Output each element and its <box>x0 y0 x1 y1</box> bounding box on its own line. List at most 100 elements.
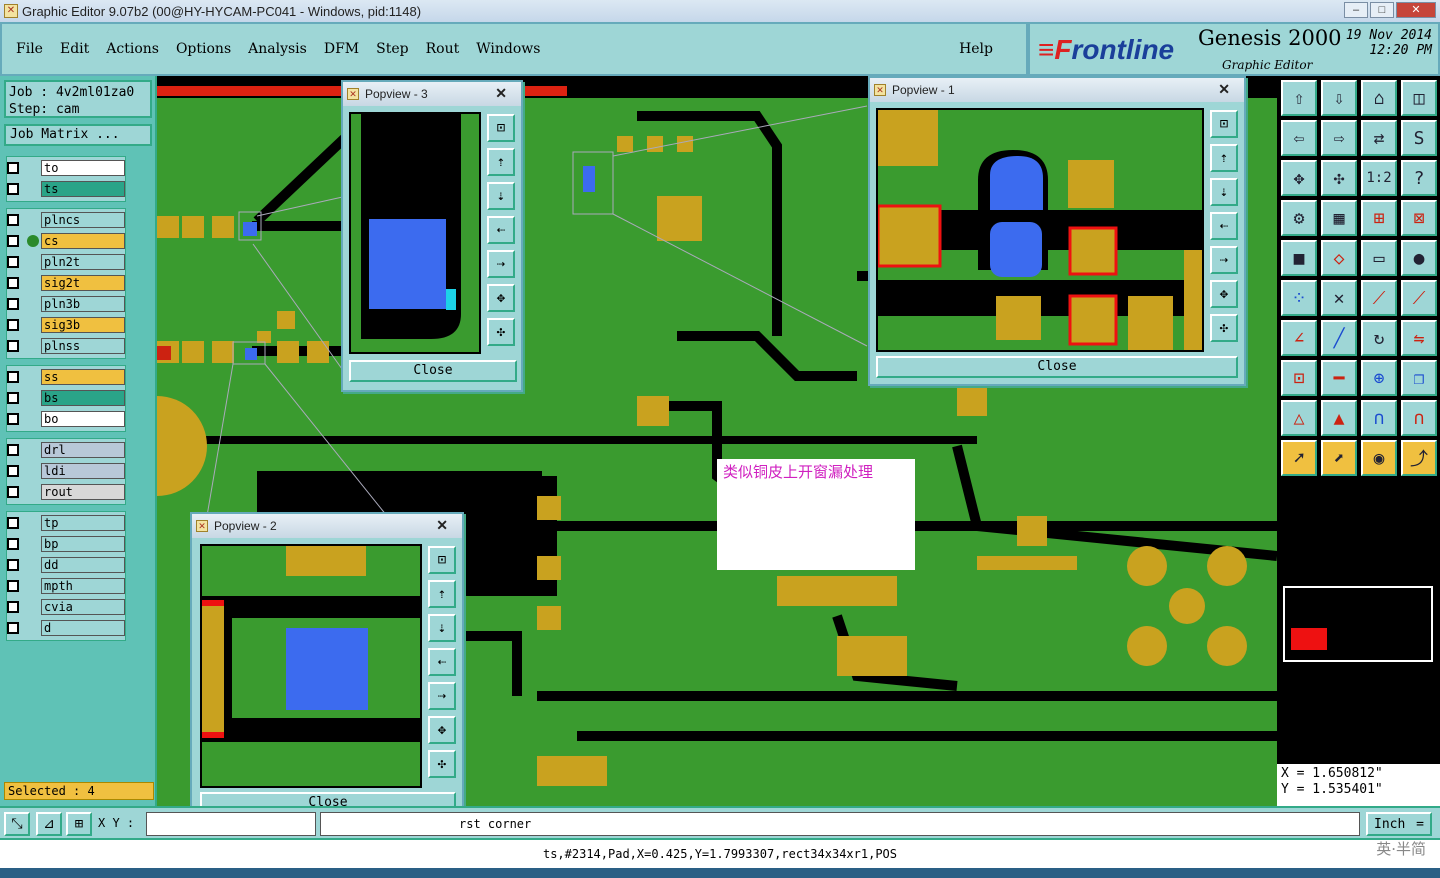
menu-actions[interactable]: Actions <box>106 41 159 57</box>
triangle-icon[interactable]: △ <box>1281 400 1317 436</box>
move-point-icon[interactable]: ⊡ <box>1281 360 1317 396</box>
zoom-in-icon[interactable]: ✥ <box>487 284 515 312</box>
pan-right-icon[interactable]: ⇢ <box>487 250 515 278</box>
unit-selector[interactable]: Inch = <box>1366 812 1432 836</box>
layer-checkbox[interactable] <box>7 538 19 550</box>
layer-checkbox[interactable] <box>7 601 19 613</box>
copy-shape-icon[interactable]: ❐ <box>1401 360 1437 396</box>
pan-left-icon[interactable]: ⇠ <box>1210 212 1238 240</box>
arch-icon[interactable]: ∩ <box>1361 400 1397 436</box>
maximize-button[interactable]: □ <box>1370 2 1394 18</box>
popview-2-window[interactable]: ✕ Popview - 2 ✕ ⊡ ⇡ ⇣ ⇠ ⇢ ✥ ✣ Close <box>190 512 464 822</box>
pan-right-icon[interactable]: ⇢ <box>428 682 456 710</box>
triangle-up-icon[interactable]: ▲ <box>1321 400 1357 436</box>
zoom-in-icon[interactable]: ✥ <box>1210 280 1238 308</box>
layer-name[interactable]: ss <box>41 369 125 385</box>
layer-checkbox[interactable] <box>7 214 19 226</box>
draw-line-icon[interactable]: ╱ <box>1321 320 1357 356</box>
layer-row-sig3b[interactable]: sig3b <box>7 316 125 334</box>
layer-checkbox[interactable] <box>7 277 19 289</box>
s-curve-icon[interactable]: S <box>1401 120 1437 156</box>
pan-down-icon[interactable]: ⇣ <box>487 182 515 210</box>
layer-row-bs[interactable]: bs <box>7 389 125 407</box>
snap-icon[interactable]: ⊞ <box>1361 200 1397 236</box>
menu-options[interactable]: Options <box>176 41 231 57</box>
measure-icon[interactable]: ⚙ <box>1281 200 1317 236</box>
layer-row-plnss[interactable]: plnss <box>7 337 125 355</box>
window-split-icon[interactable]: ◫ <box>1401 80 1437 116</box>
layer-name[interactable]: plncs <box>41 212 125 228</box>
zoom-fit-icon[interactable]: ⊡ <box>428 546 456 574</box>
pan-down-icon[interactable]: ⇣ <box>1210 178 1238 206</box>
layer-name[interactable]: sig2t <box>41 275 125 291</box>
connect-nodes-icon[interactable]: ⁘ <box>1281 280 1317 316</box>
layer-row-ldi[interactable]: ldi <box>7 462 125 480</box>
overview-map[interactable] <box>1283 586 1433 662</box>
layer-checkbox[interactable] <box>7 392 19 404</box>
popview-3-view[interactable] <box>349 112 481 354</box>
zoom-out-icon[interactable]: ✣ <box>1210 314 1238 342</box>
layer-name[interactable]: dd <box>41 557 125 573</box>
popview-3-header[interactable]: ✕ Popview - 3 ✕ <box>343 82 521 106</box>
layer-row-drl[interactable]: drl <box>7 441 125 459</box>
pad-icon[interactable]: ■ <box>1281 240 1317 276</box>
menu-file[interactable]: File <box>16 41 43 57</box>
layer-checkbox[interactable] <box>7 444 19 456</box>
menu-windows[interactable]: Windows <box>476 41 540 57</box>
popview-3-close-icon[interactable]: ✕ <box>495 85 507 102</box>
popview-2-view[interactable] <box>200 544 422 788</box>
pointer-circle-icon[interactable]: ◉ <box>1361 440 1397 476</box>
layer-name[interactable]: ldi <box>41 463 125 479</box>
popview-1-close-button[interactable]: Close <box>876 356 1238 378</box>
layer-checkbox[interactable] <box>7 465 19 477</box>
popview-3-window[interactable]: ✕ Popview - 3 ✕ ⊡ ⇡ ⇣ ⇠ ⇢ ✥ ✣ Close <box>341 80 523 392</box>
menu-help[interactable]: Help <box>959 41 993 57</box>
edit-shape-icon[interactable]: ◇ <box>1321 240 1357 276</box>
cross-select-icon[interactable]: ✕ <box>1321 280 1357 316</box>
pan-up-icon[interactable]: ⇡ <box>487 148 515 176</box>
layer-row-ss[interactable]: ss <box>7 368 125 386</box>
layer-row-tp[interactable]: tp <box>7 514 125 532</box>
rotate-icon[interactable]: ↻ <box>1361 320 1397 356</box>
layer-checkbox[interactable] <box>7 580 19 592</box>
home-down-icon[interactable]: ⇩ <box>1321 80 1357 116</box>
home-up-icon[interactable]: ⇧ <box>1281 80 1317 116</box>
layer-checkbox[interactable] <box>7 413 19 425</box>
zoom-in-icon[interactable]: ✥ <box>428 716 456 744</box>
zoom-area-icon[interactable]: ✣ <box>1321 160 1357 196</box>
menu-step[interactable]: Step <box>376 41 408 57</box>
popview-1-header[interactable]: ✕ Popview - 1 ✕ <box>870 78 1244 102</box>
layer-checkbox[interactable] <box>7 235 19 247</box>
menu-edit[interactable]: Edit <box>60 41 89 57</box>
layer-checkbox[interactable] <box>7 183 19 195</box>
arrow-left-box-icon[interactable]: ⇦ <box>1281 120 1317 156</box>
menu-analysis[interactable]: Analysis <box>248 41 307 57</box>
layer-checkbox[interactable] <box>7 486 19 498</box>
zoom-out-icon[interactable]: ✣ <box>487 318 515 346</box>
angle-icon[interactable]: ∠ <box>1281 320 1317 356</box>
pointer-path-icon[interactable]: ⤴ <box>1401 440 1437 476</box>
select-area-icon[interactable]: ⤡ <box>4 812 30 836</box>
swap-icon[interactable]: ⇄ <box>1361 120 1397 156</box>
layer-name[interactable]: pln3b <box>41 296 125 312</box>
layer-name[interactable]: cs <box>41 233 125 249</box>
layer-checkbox[interactable] <box>7 371 19 383</box>
layer-row-to[interactable]: to <box>7 159 125 177</box>
layer-checkbox[interactable] <box>7 298 19 310</box>
close-window-button[interactable]: ✕ <box>1396 2 1436 18</box>
layer-row-ts[interactable]: ts <box>7 180 125 198</box>
line-select-icon[interactable]: ⟋ <box>1361 280 1397 316</box>
menu-dfm[interactable]: DFM <box>324 41 359 57</box>
arch-arrow-icon[interactable]: ∩ <box>1401 400 1437 436</box>
layer-name[interactable]: to <box>41 160 125 176</box>
popview-2-header[interactable]: ✕ Popview - 2 ✕ <box>192 514 462 538</box>
pointer-icon[interactable]: ➚ <box>1281 440 1317 476</box>
job-matrix-button[interactable]: Job Matrix ... <box>4 124 152 146</box>
popview-2-close-icon[interactable]: ✕ <box>436 517 448 534</box>
minimize-button[interactable]: – <box>1344 2 1368 18</box>
layer-name[interactable]: tp <box>41 515 125 531</box>
layer-row-sig2t[interactable]: sig2t <box>7 274 125 292</box>
grid-icon[interactable]: ▦ <box>1321 200 1357 236</box>
pan-up-icon[interactable]: ⇡ <box>1210 144 1238 172</box>
help-icon[interactable]: ? <box>1401 160 1437 196</box>
